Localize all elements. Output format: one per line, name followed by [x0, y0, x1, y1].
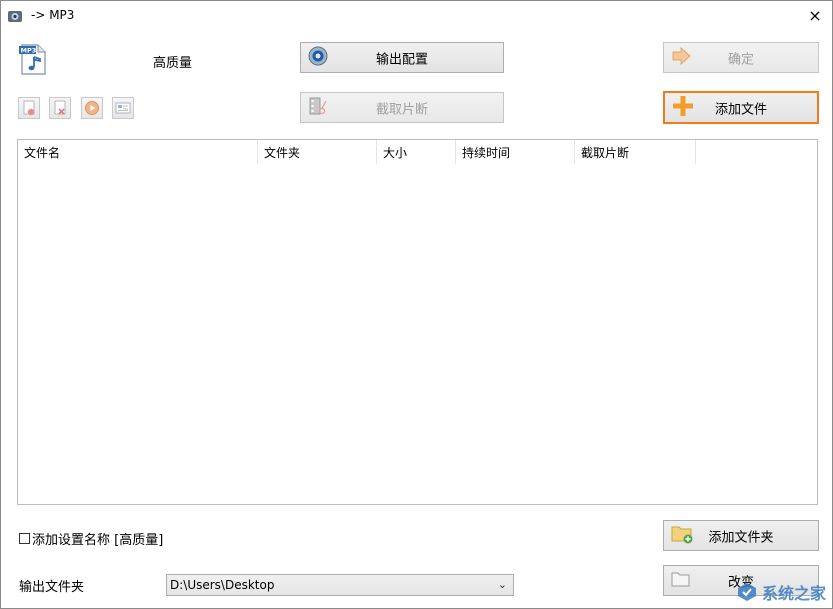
window-title: -> MP3	[31, 8, 74, 22]
add-file-label: 添加文件	[665, 98, 817, 117]
output-config-button[interactable]: 输出配置	[300, 42, 504, 73]
ok-label: 确定	[664, 48, 818, 67]
column-header-filename[interactable]: 文件名	[18, 140, 258, 164]
media-info-icon	[113, 107, 133, 121]
file-list-header: 文件名 文件夹 大小 持续时间 截取片断	[18, 140, 817, 164]
play-button[interactable]	[81, 97, 103, 119]
column-header-folder[interactable]: 文件夹	[258, 140, 377, 164]
dialog-window: -> MP3 × MP3 高质量 输出配置 确定	[0, 0, 833, 609]
output-folder-label: 输出文件夹	[19, 576, 84, 595]
add-folder-label: 添加文件夹	[664, 526, 818, 545]
clear-icon	[50, 107, 70, 121]
clip-button[interactable]: 截取片断	[300, 92, 504, 123]
add-folder-button[interactable]: 添加文件夹	[663, 520, 819, 551]
output-folder-value: D:\Users\Desktop	[170, 578, 274, 592]
remove-icon	[19, 107, 39, 121]
add-profile-name-option[interactable]: 添加设置名称 [高质量]	[19, 529, 163, 548]
column-header-size[interactable]: 大小	[377, 140, 456, 164]
clip-label: 截取片断	[301, 98, 503, 117]
play-icon	[82, 107, 102, 121]
output-folder-select[interactable]: D:\Users\Desktop ⌄	[166, 574, 514, 596]
add-profile-name-checkbox[interactable]	[19, 533, 30, 544]
watermark-text: 系统之家	[762, 580, 826, 604]
svg-text:MP3: MP3	[21, 47, 37, 55]
remove-button[interactable]	[18, 97, 40, 119]
mp3-file-icon: MP3	[18, 43, 48, 76]
watermark-logo-icon	[736, 581, 758, 603]
media-info-button[interactable]	[112, 97, 134, 119]
add-file-button[interactable]: 添加文件	[663, 91, 819, 124]
profile-label: 高质量	[153, 52, 192, 71]
title-bar: -> MP3 ×	[1, 1, 832, 31]
chevron-down-icon: ⌄	[498, 578, 507, 591]
watermark: 系统之家	[736, 580, 826, 604]
ok-button[interactable]: 确定	[663, 42, 819, 73]
column-header-duration[interactable]: 持续时间	[456, 140, 575, 164]
clear-button[interactable]	[49, 97, 71, 119]
close-button[interactable]: ×	[798, 1, 832, 31]
column-header-clip[interactable]: 截取片断	[575, 140, 696, 164]
output-config-label: 输出配置	[301, 48, 503, 67]
file-list[interactable]: 文件名 文件夹 大小 持续时间 截取片断	[17, 139, 818, 505]
add-profile-name-label: 添加设置名称 [高质量]	[32, 529, 163, 548]
app-icon	[7, 8, 23, 24]
